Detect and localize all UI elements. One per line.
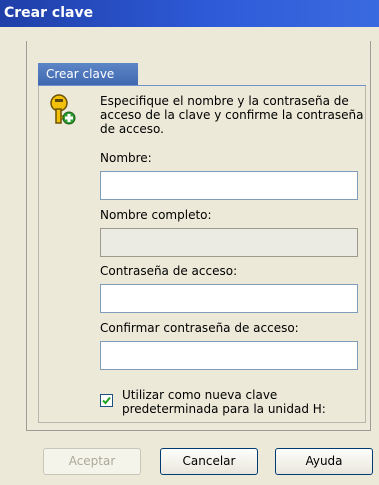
default-key-checkbox-label: Utilizar como nueva clave predeterminada… xyxy=(122,388,326,416)
default-key-checkbox[interactable] xyxy=(100,394,113,407)
nombre-input[interactable] xyxy=(100,171,358,200)
nombre-completo-input xyxy=(100,228,358,257)
help-button[interactable]: Ayuda xyxy=(275,448,373,475)
contrasena-label: Contraseña de acceso: xyxy=(100,264,238,278)
confirmar-input[interactable] xyxy=(100,341,358,370)
nombre-completo-label: Nombre completo: xyxy=(100,208,212,222)
key-add-icon xyxy=(50,94,76,125)
title-bar: Crear clave xyxy=(0,0,379,27)
tab-label: Crear clave xyxy=(46,67,115,81)
description-text: Especifique el nombre y la contraseña de… xyxy=(100,94,364,136)
accept-button[interactable]: Aceptar xyxy=(43,448,141,475)
window-title: Crear clave xyxy=(4,5,94,21)
checkmark-icon xyxy=(102,396,111,405)
confirmar-label: Confirmar contraseña de acceso: xyxy=(100,321,299,335)
cancel-button[interactable]: Cancelar xyxy=(160,448,258,475)
tab-crear-clave[interactable]: Crear clave xyxy=(38,63,138,85)
contrasena-input[interactable] xyxy=(100,284,358,313)
nombre-label: Nombre: xyxy=(100,151,152,165)
